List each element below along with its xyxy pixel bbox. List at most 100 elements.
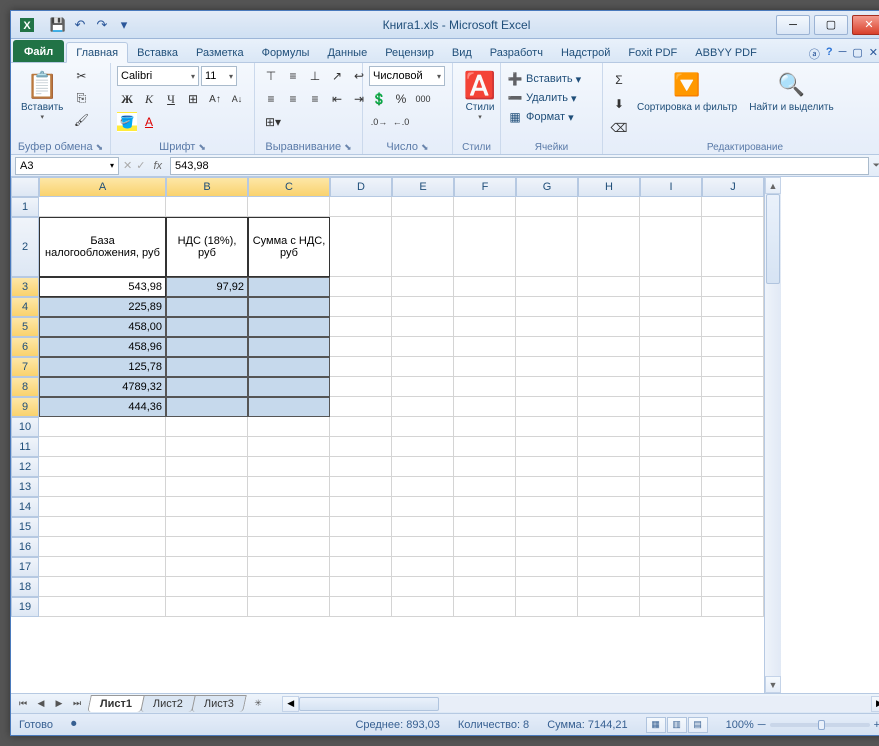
cell-A5[interactable]: 458,00 bbox=[39, 317, 166, 337]
cell[interactable] bbox=[330, 537, 392, 557]
cell[interactable] bbox=[454, 537, 516, 557]
cell[interactable] bbox=[454, 437, 516, 457]
cell[interactable] bbox=[454, 397, 516, 417]
row-header-10[interactable]: 10 bbox=[11, 417, 39, 437]
vertical-scrollbar[interactable]: ▲ ▼ bbox=[764, 177, 781, 693]
cell[interactable] bbox=[392, 357, 454, 377]
cell[interactable] bbox=[392, 457, 454, 477]
cell[interactable] bbox=[39, 457, 166, 477]
row-header-14[interactable]: 14 bbox=[11, 497, 39, 517]
cell-A9[interactable]: 444,36 bbox=[39, 397, 166, 417]
cell[interactable] bbox=[392, 597, 454, 617]
row-header-6[interactable]: 6 bbox=[11, 337, 39, 357]
cell[interactable] bbox=[330, 277, 392, 297]
cell[interactable] bbox=[166, 537, 248, 557]
bold-button[interactable]: Ж bbox=[117, 89, 137, 109]
cell[interactable] bbox=[578, 457, 640, 477]
cell[interactable] bbox=[516, 417, 578, 437]
align-middle-icon[interactable]: ≡ bbox=[283, 66, 303, 86]
sheet-tab-2[interactable]: Лист2 bbox=[140, 695, 196, 712]
cell-C8[interactable] bbox=[248, 377, 330, 397]
view-pagebreak-icon[interactable]: ▤ bbox=[688, 717, 708, 733]
cell[interactable] bbox=[516, 457, 578, 477]
decrease-decimal-icon[interactable]: ←.0 bbox=[391, 112, 411, 132]
cell[interactable] bbox=[640, 517, 702, 537]
cell[interactable] bbox=[578, 497, 640, 517]
cell[interactable] bbox=[578, 297, 640, 317]
cell[interactable] bbox=[39, 437, 166, 457]
cell-B8[interactable] bbox=[166, 377, 248, 397]
name-box[interactable]: A3▾ bbox=[15, 157, 119, 175]
header-cell-A[interactable]: База налогообложения, руб bbox=[39, 217, 166, 277]
cancel-formula-icon[interactable]: ✕ bbox=[123, 159, 132, 172]
cell[interactable] bbox=[454, 477, 516, 497]
cell[interactable] bbox=[330, 337, 392, 357]
autosum-icon[interactable]: Σ bbox=[609, 70, 629, 90]
currency-icon[interactable]: 💲 bbox=[369, 89, 389, 109]
cell[interactable] bbox=[454, 217, 516, 277]
qat-more-icon[interactable]: ▾ bbox=[115, 16, 133, 34]
fill-color-button[interactable]: 🪣 bbox=[117, 112, 137, 132]
cell[interactable] bbox=[166, 477, 248, 497]
cell[interactable] bbox=[578, 377, 640, 397]
italic-button[interactable]: К bbox=[139, 89, 159, 109]
cell[interactable] bbox=[392, 517, 454, 537]
clear-icon[interactable]: ⌫ bbox=[609, 118, 629, 138]
cell[interactable] bbox=[330, 357, 392, 377]
cell[interactable] bbox=[578, 397, 640, 417]
cell[interactable] bbox=[166, 497, 248, 517]
copy-icon[interactable]: ⎘ bbox=[71, 88, 91, 108]
font-name-combo[interactable]: Calibri▾ bbox=[117, 66, 199, 86]
cell-B9[interactable] bbox=[166, 397, 248, 417]
cell[interactable] bbox=[516, 517, 578, 537]
font-color-button[interactable]: A bbox=[139, 112, 159, 132]
cell[interactable] bbox=[454, 557, 516, 577]
number-format-combo[interactable]: Числовой▾ bbox=[369, 66, 445, 86]
format-painter-icon[interactable]: 🖌 bbox=[71, 110, 91, 130]
cell[interactable] bbox=[640, 397, 702, 417]
cell[interactable] bbox=[392, 317, 454, 337]
cell[interactable] bbox=[166, 197, 248, 217]
cell[interactable] bbox=[39, 597, 166, 617]
cell[interactable] bbox=[578, 357, 640, 377]
cell[interactable] bbox=[248, 437, 330, 457]
cell[interactable] bbox=[640, 537, 702, 557]
cell[interactable] bbox=[454, 457, 516, 477]
comma-icon[interactable]: 000 bbox=[413, 89, 433, 109]
cell[interactable] bbox=[392, 197, 454, 217]
row-header-5[interactable]: 5 bbox=[11, 317, 39, 337]
paste-button[interactable]: 📋 Вставить ▾ bbox=[17, 66, 67, 123]
cell[interactable] bbox=[640, 497, 702, 517]
cell[interactable] bbox=[578, 517, 640, 537]
cell[interactable] bbox=[516, 557, 578, 577]
format-cells-button[interactable]: ▦Формат ▾ bbox=[507, 109, 574, 125]
view-layout-icon[interactable]: ▥ bbox=[667, 717, 687, 733]
cell[interactable] bbox=[516, 377, 578, 397]
cell[interactable] bbox=[166, 577, 248, 597]
delete-cells-button[interactable]: ➖Удалить ▾ bbox=[507, 90, 577, 106]
cell[interactable] bbox=[330, 197, 392, 217]
orientation-icon[interactable]: ↗ bbox=[327, 66, 347, 86]
enter-formula-icon[interactable]: ✓ bbox=[136, 159, 145, 172]
cell-B7[interactable] bbox=[166, 357, 248, 377]
styles-button[interactable]: 🅰️ Стили ▾ bbox=[459, 66, 501, 123]
cell[interactable] bbox=[454, 417, 516, 437]
cell[interactable] bbox=[454, 297, 516, 317]
cell[interactable] bbox=[454, 337, 516, 357]
tab-data[interactable]: Данные bbox=[318, 43, 376, 62]
merge-cells-icon[interactable]: ⊞▾ bbox=[261, 112, 285, 132]
row-header-19[interactable]: 19 bbox=[11, 597, 39, 617]
cell[interactable] bbox=[330, 437, 392, 457]
cell-B6[interactable] bbox=[166, 337, 248, 357]
underline-button[interactable]: Ч bbox=[161, 89, 181, 109]
cell[interactable] bbox=[516, 357, 578, 377]
row-header-3[interactable]: 3 bbox=[11, 277, 39, 297]
zoom-out-icon[interactable]: ─ bbox=[758, 719, 766, 731]
row-header-15[interactable]: 15 bbox=[11, 517, 39, 537]
cell[interactable] bbox=[392, 377, 454, 397]
align-right-icon[interactable]: ≡ bbox=[305, 89, 325, 109]
cell[interactable] bbox=[702, 557, 764, 577]
cell[interactable] bbox=[330, 457, 392, 477]
cell-C5[interactable] bbox=[248, 317, 330, 337]
row-header-9[interactable]: 9 bbox=[11, 397, 39, 417]
